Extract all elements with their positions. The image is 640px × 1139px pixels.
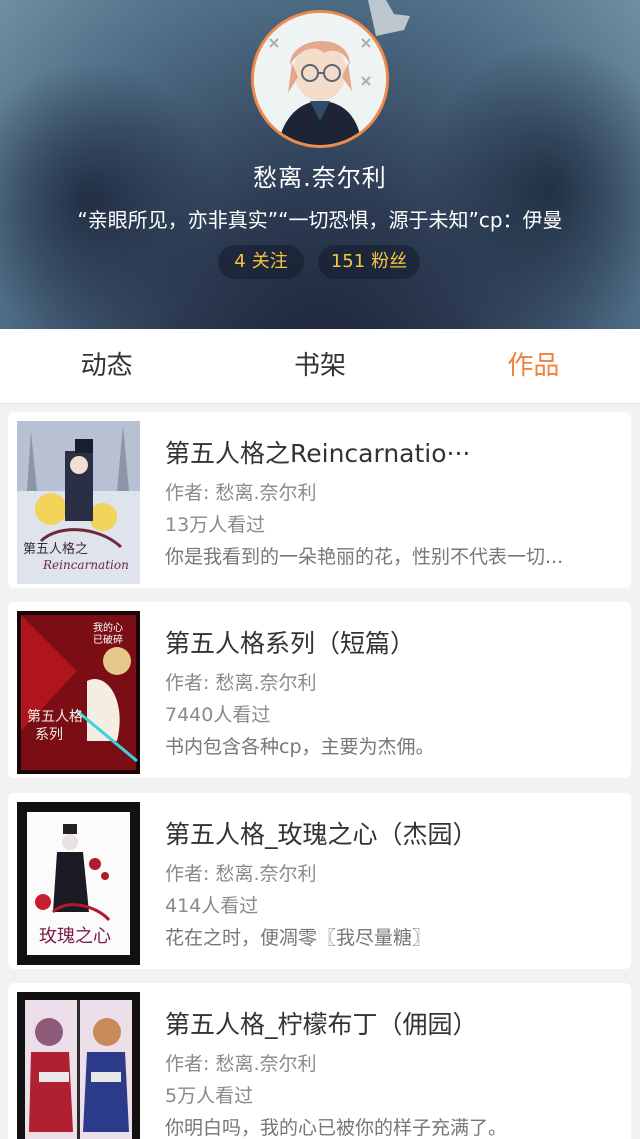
follow-count-button[interactable]: 4 关注 xyxy=(218,245,304,279)
svg-text:已破碎: 已破碎 xyxy=(93,633,123,646)
fans-count: 151 xyxy=(330,251,366,272)
crown-decoration-icon xyxy=(368,0,410,36)
book-cover-image: 玫瑰之心 xyxy=(17,802,140,965)
work-card[interactable]: 玫瑰之心 第五人格_玫瑰之心（杰园） 作者: 愁离.奈尔利 414人看过 花在之… xyxy=(8,793,631,969)
work-views: 7440人看过 xyxy=(165,704,271,726)
work-author: 作者: 愁离.奈尔利 xyxy=(165,863,317,885)
work-description: 你是我看到的一朵艳丽的花，性别不代表一切... xyxy=(165,546,564,568)
work-card[interactable]: 第五人格之 Reincarnation 第五人格之Reincarnatio···… xyxy=(8,412,631,588)
book-cover-image xyxy=(17,992,140,1139)
work-title: 第五人格之Reincarnatio··· xyxy=(165,439,471,468)
profile-header: 愁离.奈尔利 “亲眼所见，亦非真实”“一切恐惧，源于未知”cp：伊曼 4 关注 … xyxy=(0,0,640,329)
profile-tabs: 动态 书架 作品 xyxy=(0,329,640,404)
work-author: 作者: 愁离.奈尔利 xyxy=(165,482,317,504)
work-views: 5万人看过 xyxy=(165,1085,254,1107)
book-cover-image: 我的心 已破碎 第五人格 系列 xyxy=(17,611,140,774)
work-author: 作者: 愁离.奈尔利 xyxy=(165,1053,317,1075)
work-title: 第五人格_柠檬布丁（佣园） xyxy=(165,1010,478,1039)
work-card[interactable]: 第五人格_柠檬布丁（佣园） 作者: 愁离.奈尔利 5万人看过 你明白吗，我的心已… xyxy=(8,983,631,1139)
svg-text:Reincarnation: Reincarnation xyxy=(42,558,129,572)
work-description: 你明白吗，我的心已被你的样子充满了。 xyxy=(165,1117,508,1139)
svg-text:我的心: 我的心 xyxy=(93,621,123,634)
work-title: 第五人格系列（短篇） xyxy=(165,629,416,658)
tab-dynamics[interactable]: 动态 xyxy=(0,329,213,403)
work-description: 书内包含各种cp，主要为杰佣。 xyxy=(165,736,435,758)
work-views: 13万人看过 xyxy=(165,514,266,536)
work-description: 花在之时，便凋零〖我尽量糖〗 xyxy=(165,927,432,949)
tab-bookshelf[interactable]: 书架 xyxy=(213,329,426,403)
profile-nickname: 愁离.奈尔利 xyxy=(253,164,387,192)
work-title: 第五人格_玫瑰之心（杰园） xyxy=(165,820,478,849)
profile-signature: “亲眼所见，亦非真实”“一切恐惧，源于未知”cp：伊曼 xyxy=(77,208,563,232)
book-cover-image: 第五人格之 Reincarnation xyxy=(17,421,140,584)
tab-works[interactable]: 作品 xyxy=(427,329,640,403)
follow-count: 4 xyxy=(234,251,246,272)
fans-label: 粉丝 xyxy=(371,251,408,272)
svg-text:玫瑰之心: 玫瑰之心 xyxy=(39,926,111,947)
svg-text:第五人格: 第五人格 xyxy=(27,708,83,725)
svg-text:系列: 系列 xyxy=(35,727,63,743)
avatar[interactable] xyxy=(251,10,389,148)
follow-label: 关注 xyxy=(251,251,288,272)
fans-count-button[interactable]: 151 粉丝 xyxy=(318,245,420,279)
work-views: 414人看过 xyxy=(165,895,259,917)
work-author: 作者: 愁离.奈尔利 xyxy=(165,672,317,694)
work-card[interactable]: 我的心 已破碎 第五人格 系列 第五人格系列（短篇） 作者: 愁离.奈尔利 74… xyxy=(8,602,631,778)
svg-text:第五人格之: 第五人格之 xyxy=(23,541,88,557)
